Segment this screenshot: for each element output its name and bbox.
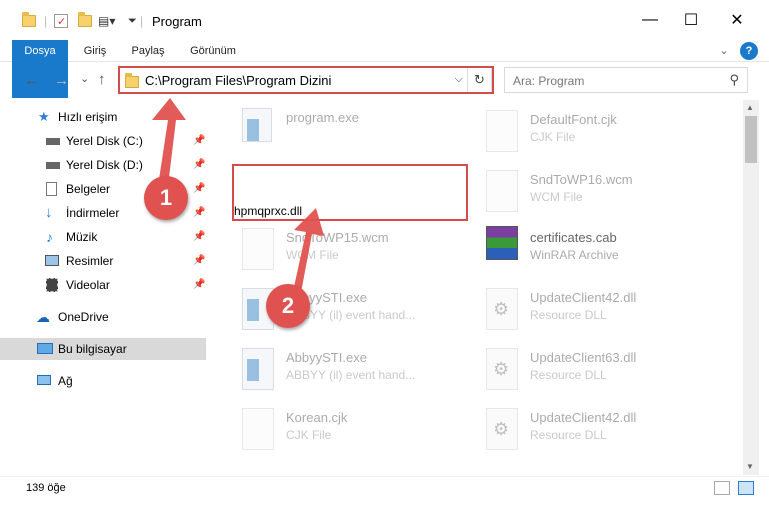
scroll-up-icon[interactable]: ▲ [746, 103, 754, 112]
callout-badge-2: 2 [266, 284, 310, 328]
callout-arrows [152, 98, 324, 298]
callout-badge-1: 1 [144, 176, 188, 220]
item-count: 139 öğe [26, 482, 66, 494]
large-icons-view-icon[interactable] [738, 481, 754, 495]
scroll-thumb[interactable] [745, 116, 757, 163]
arrow-2 [292, 208, 324, 298]
scroll-down-icon[interactable]: ▼ [746, 462, 754, 471]
status-bar: 139 öğe [0, 476, 769, 500]
vertical-scrollbar[interactable]: ▲ ▼ [743, 100, 759, 475]
details-view-icon[interactable] [714, 481, 730, 495]
arrow-1 [152, 98, 186, 186]
